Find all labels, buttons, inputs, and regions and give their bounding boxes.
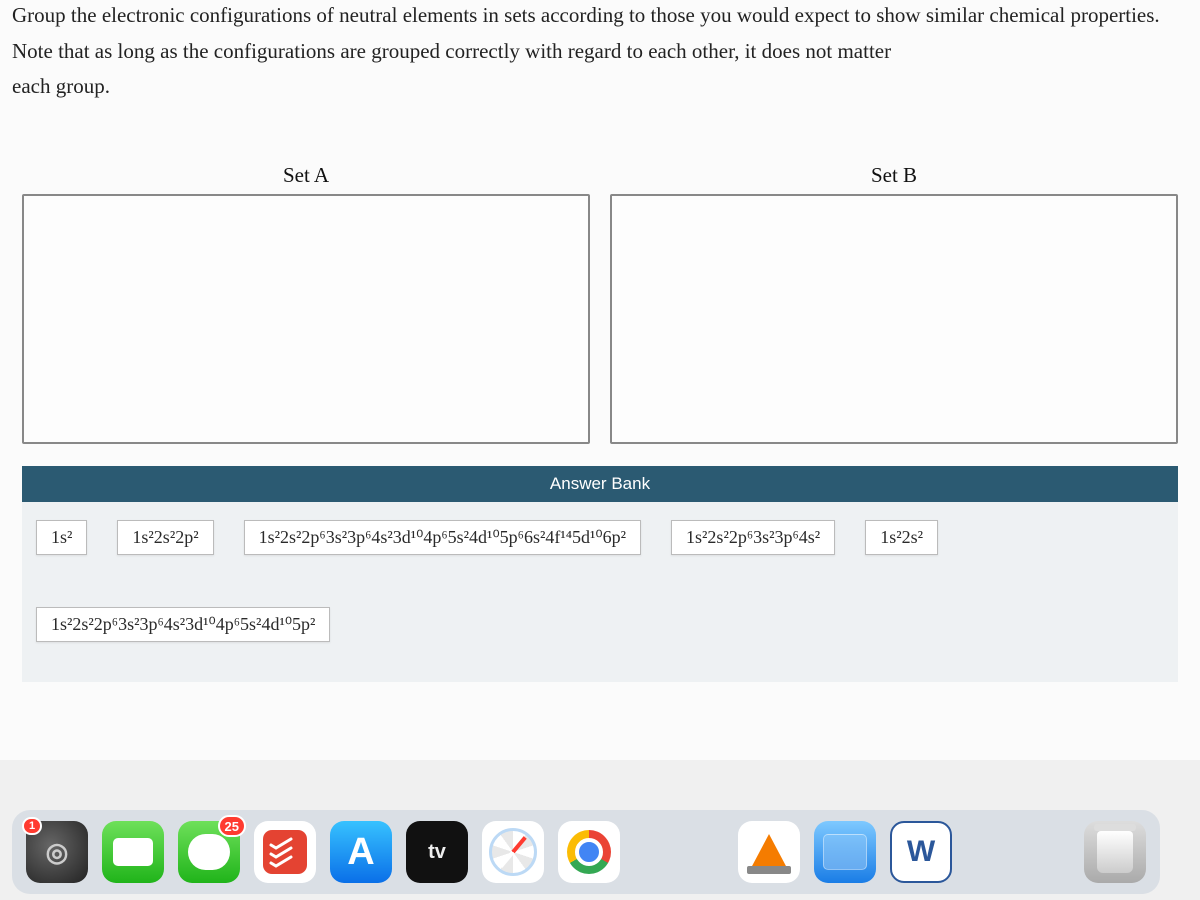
appstore-icon[interactable]: A <box>330 821 392 883</box>
set-a-label: Set A <box>22 163 590 188</box>
instruction-line-3: each group. <box>12 71 1188 103</box>
set-a-dropzone[interactable] <box>22 194 590 444</box>
badge: 25 <box>218 815 246 837</box>
instruction-line-2: Note that as long as the configurations … <box>12 36 1188 68</box>
appletv-icon[interactable]: tv <box>406 821 468 883</box>
config-tile[interactable]: 1s²2s² <box>865 520 938 555</box>
word-label: W <box>907 835 935 869</box>
answer-bank: 1s² 1s²2s²2p² 1s²2s²2p⁶3s²3p⁶4s²3d¹⁰4p⁶5… <box>22 502 1178 682</box>
instructions-block: Group the electronic configurations of n… <box>12 0 1188 103</box>
answer-bank-header: Answer Bank <box>22 466 1178 502</box>
messages-icon[interactable]: 25 <box>178 821 240 883</box>
facetime-icon[interactable] <box>102 821 164 883</box>
config-tile[interactable]: 1s² <box>36 520 87 555</box>
set-b-dropzone[interactable] <box>610 194 1178 444</box>
config-tile[interactable]: 1s²2s²2p⁶3s²3p⁶4s² <box>671 520 835 555</box>
tv-label: tv <box>428 841 446 864</box>
instruction-line-1: Group the electronic configurations of n… <box>12 0 1188 32</box>
set-b-block: Set B <box>610 163 1178 444</box>
safari-icon[interactable] <box>482 821 544 883</box>
set-b-label: Set B <box>610 163 1178 188</box>
badge: 1 <box>22 817 42 835</box>
config-tile[interactable]: 1s²2s²2p⁶3s²3p⁶4s²3d¹⁰4p⁶5s²4d¹⁰5p⁶6s²4f… <box>244 520 641 555</box>
set-a-block: Set A <box>22 163 590 444</box>
word-icon[interactable]: W <box>890 821 952 883</box>
macos-dock: ◎ 1 25 A tv W <box>12 810 1160 894</box>
vlc-icon[interactable] <box>738 821 800 883</box>
config-tile[interactable]: 1s²2s²2p² <box>117 520 213 555</box>
question-panel: Group the electronic configurations of n… <box>0 0 1200 760</box>
trash-icon[interactable] <box>1084 821 1146 883</box>
chrome-icon[interactable] <box>558 821 620 883</box>
sets-row: Set A Set B <box>12 163 1188 444</box>
config-tile[interactable]: 1s²2s²2p⁶3s²3p⁶4s²3d¹⁰4p⁶5s²4d¹⁰5p² <box>36 607 330 642</box>
atat-app-icon[interactable]: ◎ 1 <box>26 821 88 883</box>
todoist-icon[interactable] <box>254 821 316 883</box>
files-icon[interactable] <box>814 821 876 883</box>
